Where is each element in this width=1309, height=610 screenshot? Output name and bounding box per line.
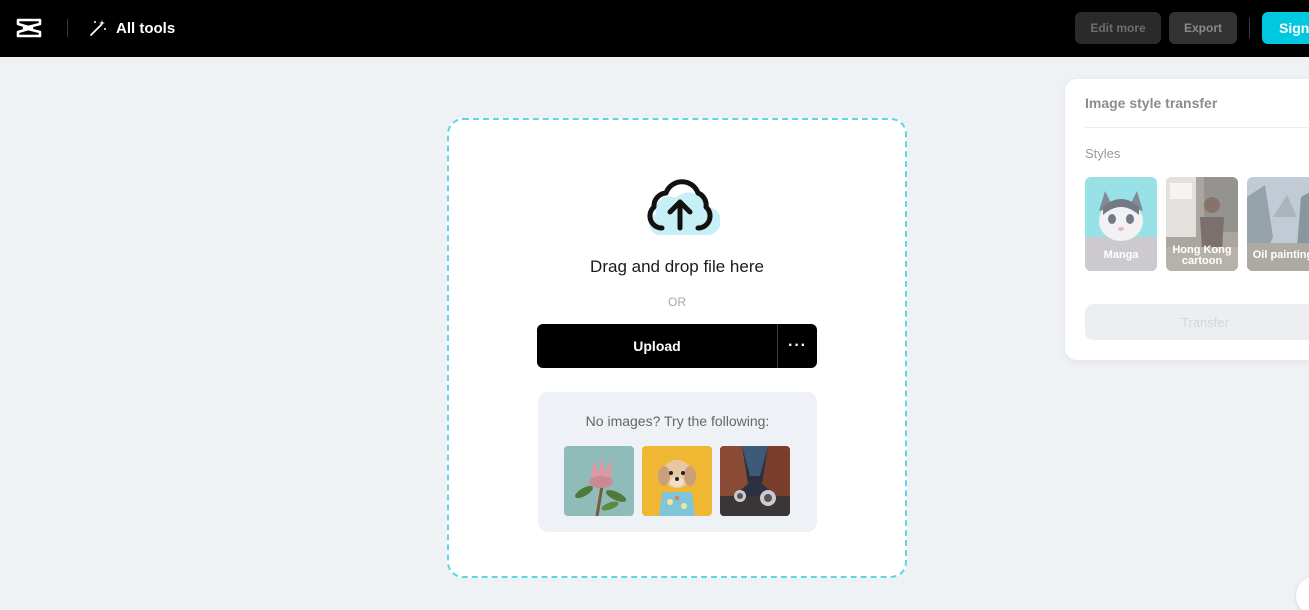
or-separator: OR xyxy=(668,295,686,309)
sample-images-box: No images? Try the following: xyxy=(538,392,817,532)
protea-flower-image xyxy=(564,446,634,516)
drag-drop-text: Drag and drop file here xyxy=(590,257,764,276)
canyon-car-image xyxy=(720,446,790,516)
cloud-upload-icon xyxy=(647,179,720,236)
header-divider xyxy=(67,19,68,37)
upload-dropzone[interactable]: Drag and drop file here OR Upload ··· No… xyxy=(447,118,907,578)
sign-in-button[interactable]: Sign xyxy=(1262,12,1309,44)
style-label-hong-kong-cartoon: Hong Kong cartoon xyxy=(1172,244,1232,267)
panel-title: Image style transfer xyxy=(1085,95,1218,111)
styles-label: Styles xyxy=(1085,146,1121,161)
style-option-hong-kong-cartoon[interactable]: Hong Kong cartoon xyxy=(1166,177,1238,271)
sample-image-flower[interactable] xyxy=(564,446,634,516)
style-option-oil-painting[interactable]: Oil painting xyxy=(1247,177,1309,271)
sample-image-puppy[interactable] xyxy=(642,446,712,516)
upload-button-group: Upload ··· xyxy=(537,324,817,368)
header-divider xyxy=(1249,18,1250,38)
edit-more-button[interactable]: Edit more xyxy=(1075,12,1161,44)
export-button[interactable]: Export xyxy=(1169,12,1237,44)
style-label-oil-painting: Oil painting xyxy=(1252,249,1309,261)
transfer-button[interactable]: Transfer xyxy=(1085,304,1309,340)
capcut-logo-icon[interactable] xyxy=(16,15,42,41)
style-transfer-panel: Image style transfer Styles Manga Hong K… xyxy=(1065,79,1309,360)
all-tools-label: All tools xyxy=(116,19,176,37)
top-bar: All tools Edit more Export Sign xyxy=(0,0,1309,57)
style-option-manga[interactable]: Manga xyxy=(1085,177,1157,271)
floating-help-button[interactable] xyxy=(1296,576,1309,610)
more-options-button[interactable]: ··· xyxy=(778,324,817,368)
all-tools-button[interactable]: All tools xyxy=(89,18,175,38)
style-label-manga: Manga xyxy=(1103,249,1139,261)
panel-divider xyxy=(1085,127,1309,128)
samples-title: No images? Try the following: xyxy=(585,413,770,429)
puppy-in-shirt-image xyxy=(642,446,712,516)
sample-image-canyon-car[interactable] xyxy=(720,446,790,516)
upload-button[interactable]: Upload xyxy=(537,324,777,368)
magic-wand-icon xyxy=(90,20,106,36)
